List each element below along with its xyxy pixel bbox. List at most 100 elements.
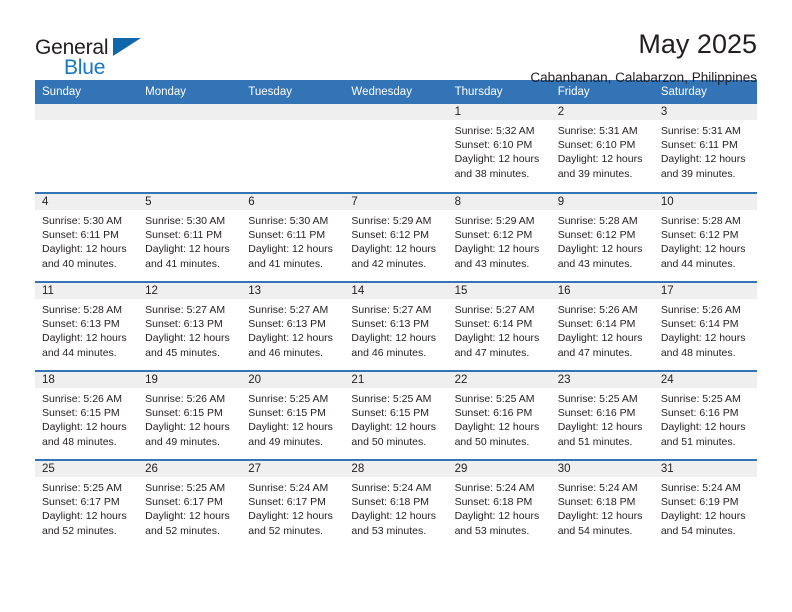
calendar-day-cell[interactable]: 19 Sunrise: 5:26 AM Sunset: 6:15 PM Dayligh… (138, 370, 242, 460)
day-detail-line: and 40 minutes. (42, 257, 117, 270)
day-number: 3 (653, 104, 757, 120)
calendar-day-cell[interactable]: 2 Sunrise: 5:31 AM Sunset: 6:10 PM Daylight… (550, 104, 654, 193)
day-detail-line: Sunrise: 5:27 AM (145, 304, 226, 316)
day-detail-line: and 43 minutes. (557, 257, 633, 270)
day-number: 16 (550, 283, 654, 299)
calendar-day-cell[interactable]: 31 Sunrise: 5:24 AM Sunset: 6:19 PM Dayligh… (653, 459, 757, 549)
day-detail-line: Daylight: 12 hours (248, 421, 333, 434)
day-detail-line: Sunrise: 5:25 AM (557, 393, 638, 405)
day-detail-line: Daylight: 12 hours (145, 421, 230, 434)
day-detail-line: Sunset: 6:15 PM (248, 407, 326, 420)
day-details: Sunrise: 5:24 AM Sunset: 6:18 PM Daylight:… (448, 477, 551, 538)
day-number: 18 (35, 372, 139, 388)
day-detail-line: Daylight: 12 hours (454, 510, 540, 523)
calendar-week-row: 4 Sunrise: 5:30 AM Sunset: 6:11 PM Daylight… (35, 192, 757, 282)
day-detail-line: Sunrise: 5:27 AM (454, 304, 535, 316)
day-detail-line: and 39 minutes. (557, 167, 633, 180)
calendar-day-cell[interactable]: 27 Sunrise: 5:24 AM Sunset: 6:17 PM Dayligh… (241, 459, 345, 549)
day-detail-line: Sunrise: 5:24 AM (248, 482, 329, 494)
calendar-week-row: 18 Sunrise: 5:26 AM Sunset: 6:15 PM Dayligh… (35, 370, 757, 460)
calendar-day-cell[interactable]: 3 Sunrise: 5:31 AM Sunset: 6:11 PM Daylight… (653, 104, 757, 193)
calendar-day-cell-empty (138, 104, 242, 193)
calendar-day-cell[interactable]: 21 Sunrise: 5:25 AM Sunset: 6:15 PM Dayligh… (344, 370, 448, 460)
day-detail-line: Sunrise: 5:24 AM (660, 482, 741, 494)
day-number: 11 (35, 283, 139, 299)
calendar-day-cell[interactable]: 28 Sunrise: 5:24 AM Sunset: 6:18 PM Dayligh… (344, 459, 448, 549)
day-detail-line: Sunset: 6:11 PM (145, 229, 222, 242)
calendar-week-row: 25 Sunrise: 5:25 AM Sunset: 6:17 PM Dayligh… (35, 459, 757, 549)
calendar-day-cell[interactable]: 24 Sunrise: 5:25 AM Sunset: 6:16 PM Dayligh… (653, 370, 757, 460)
day-details: Sunrise: 5:24 AM Sunset: 6:17 PM Daylight:… (241, 477, 344, 538)
day-number: 7 (344, 194, 448, 210)
day-number: 5 (138, 194, 242, 210)
day-detail-line: Daylight: 12 hours (454, 243, 540, 256)
calendar-day-cell[interactable]: 18 Sunrise: 5:26 AM Sunset: 6:15 PM Dayligh… (35, 370, 139, 460)
calendar-day-cell[interactable]: 16 Sunrise: 5:26 AM Sunset: 6:14 PM Dayligh… (550, 281, 654, 371)
day-details: Sunrise: 5:26 AM Sunset: 6:14 PM Daylight:… (654, 299, 757, 360)
calendar-day-cell[interactable]: 20 Sunrise: 5:25 AM Sunset: 6:15 PM Dayligh… (241, 370, 345, 460)
calendar-day-cell[interactable]: 4 Sunrise: 5:30 AM Sunset: 6:11 PM Daylight… (35, 192, 139, 282)
day-detail-line: Daylight: 12 hours (351, 510, 437, 523)
day-details: Sunrise: 5:25 AM Sunset: 6:15 PM Daylight:… (344, 388, 447, 449)
day-detail-line: and 41 minutes. (248, 257, 323, 270)
calendar-day-cell[interactable]: 7 Sunrise: 5:29 AM Sunset: 6:12 PM Daylight… (344, 192, 448, 282)
day-detail-line: Daylight: 12 hours (42, 243, 127, 256)
calendar-day-cell[interactable]: 14 Sunrise: 5:27 AM Sunset: 6:13 PM Dayligh… (344, 281, 448, 371)
day-detail-line: Sunset: 6:14 PM (660, 318, 739, 331)
calendar-day-cell[interactable]: 23 Sunrise: 5:25 AM Sunset: 6:16 PM Dayligh… (550, 370, 654, 460)
calendar-day-cell[interactable]: 29 Sunrise: 5:24 AM Sunset: 6:18 PM Dayligh… (447, 459, 551, 549)
calendar-day-cell[interactable]: 8 Sunrise: 5:29 AM Sunset: 6:12 PM Daylight… (447, 192, 551, 282)
calendar-day-cell[interactable]: 17 Sunrise: 5:26 AM Sunset: 6:14 PM Dayligh… (653, 281, 757, 371)
day-detail-line: and 46 minutes. (248, 346, 323, 359)
day-detail-line: Sunset: 6:12 PM (660, 229, 739, 242)
day-detail-line: Daylight: 12 hours (660, 421, 746, 434)
calendar-day-cell[interactable]: 6 Sunrise: 5:30 AM Sunset: 6:11 PM Daylight… (241, 192, 345, 282)
day-details: Sunrise: 5:31 AM Sunset: 6:11 PM Daylight:… (654, 120, 757, 181)
day-details: Sunrise: 5:29 AM Sunset: 6:12 PM Daylight:… (344, 210, 447, 271)
calendar-day-cell[interactable]: 15 Sunrise: 5:27 AM Sunset: 6:14 PM Dayligh… (447, 281, 551, 371)
calendar-table: Sunday Monday Tuesday Wednesday Thursday Frid… (35, 80, 757, 549)
day-detail-line: Sunrise: 5:27 AM (248, 304, 329, 316)
day-detail-line: Sunrise: 5:26 AM (557, 304, 638, 316)
day-detail-line: and 47 minutes. (557, 346, 633, 359)
calendar-day-cell[interactable]: 9 Sunrise: 5:28 AM Sunset: 6:12 PM Daylight… (550, 192, 654, 282)
day-detail-line: Daylight: 12 hours (557, 332, 643, 345)
day-detail-line: Sunrise: 5:29 AM (351, 215, 432, 227)
calendar-day-cell[interactable]: 13 Sunrise: 5:27 AM Sunset: 6:13 PM Dayligh… (241, 281, 345, 371)
calendar-day-cell[interactable]: 1 Sunrise: 5:32 AM Sunset: 6:10 PM Daylight… (447, 104, 551, 193)
calendar-day-cell[interactable]: 12 Sunrise: 5:27 AM Sunset: 6:13 PM Dayligh… (138, 281, 242, 371)
day-number: 2 (550, 104, 654, 120)
calendar-day-cell[interactable]: 22 Sunrise: 5:25 AM Sunset: 6:16 PM Dayligh… (447, 370, 551, 460)
day-detail-line: and 51 minutes. (557, 435, 633, 448)
day-detail-line: Sunrise: 5:25 AM (42, 482, 122, 494)
day-detail-line: Sunset: 6:13 PM (248, 318, 326, 331)
calendar-day-cell[interactable]: 25 Sunrise: 5:25 AM Sunset: 6:17 PM Dayligh… (35, 459, 139, 549)
day-details: Sunrise: 5:25 AM Sunset: 6:15 PM Daylight:… (241, 388, 344, 449)
day-detail-line: Sunset: 6:12 PM (557, 229, 636, 242)
calendar-day-cell[interactable]: 26 Sunrise: 5:25 AM Sunset: 6:17 PM Dayligh… (138, 459, 242, 549)
day-detail-line: Sunset: 6:13 PM (351, 318, 430, 331)
day-detail-line: Sunset: 6:10 PM (557, 139, 636, 152)
day-number (138, 104, 242, 120)
day-details (35, 120, 138, 124)
day-detail-line: Sunrise: 5:24 AM (454, 482, 535, 494)
day-detail-line: Sunrise: 5:26 AM (660, 304, 741, 316)
calendar-day-cell[interactable]: 5 Sunrise: 5:30 AM Sunset: 6:11 PM Daylight… (138, 192, 242, 282)
day-detail-line: Sunrise: 5:30 AM (248, 215, 329, 227)
day-details (138, 120, 241, 124)
weekday-header-sunday: Sunday (35, 80, 139, 104)
day-detail-line: and 52 minutes. (248, 524, 323, 537)
day-number: 14 (344, 283, 448, 299)
day-detail-line: Sunset: 6:16 PM (454, 407, 533, 420)
page-title: May 2025 (638, 29, 757, 59)
page-header: General Blue May 2025 Cabanbanan, Calaba… (35, 0, 757, 85)
day-number (344, 104, 448, 120)
calendar-day-cell[interactable]: 11 Sunrise: 5:28 AM Sunset: 6:13 PM Dayligh… (35, 281, 139, 371)
calendar-day-cell[interactable]: 30 Sunrise: 5:24 AM Sunset: 6:18 PM Dayligh… (550, 459, 654, 549)
day-detail-line: Sunset: 6:15 PM (351, 407, 430, 420)
day-detail-line: Daylight: 12 hours (145, 510, 230, 523)
day-detail-line: Daylight: 12 hours (42, 421, 127, 434)
day-details: Sunrise: 5:30 AM Sunset: 6:11 PM Daylight:… (35, 210, 138, 271)
calendar-day-cell[interactable]: 10 Sunrise: 5:28 AM Sunset: 6:12 PM Dayligh… (653, 192, 757, 282)
day-detail-line: Sunrise: 5:28 AM (42, 304, 122, 316)
